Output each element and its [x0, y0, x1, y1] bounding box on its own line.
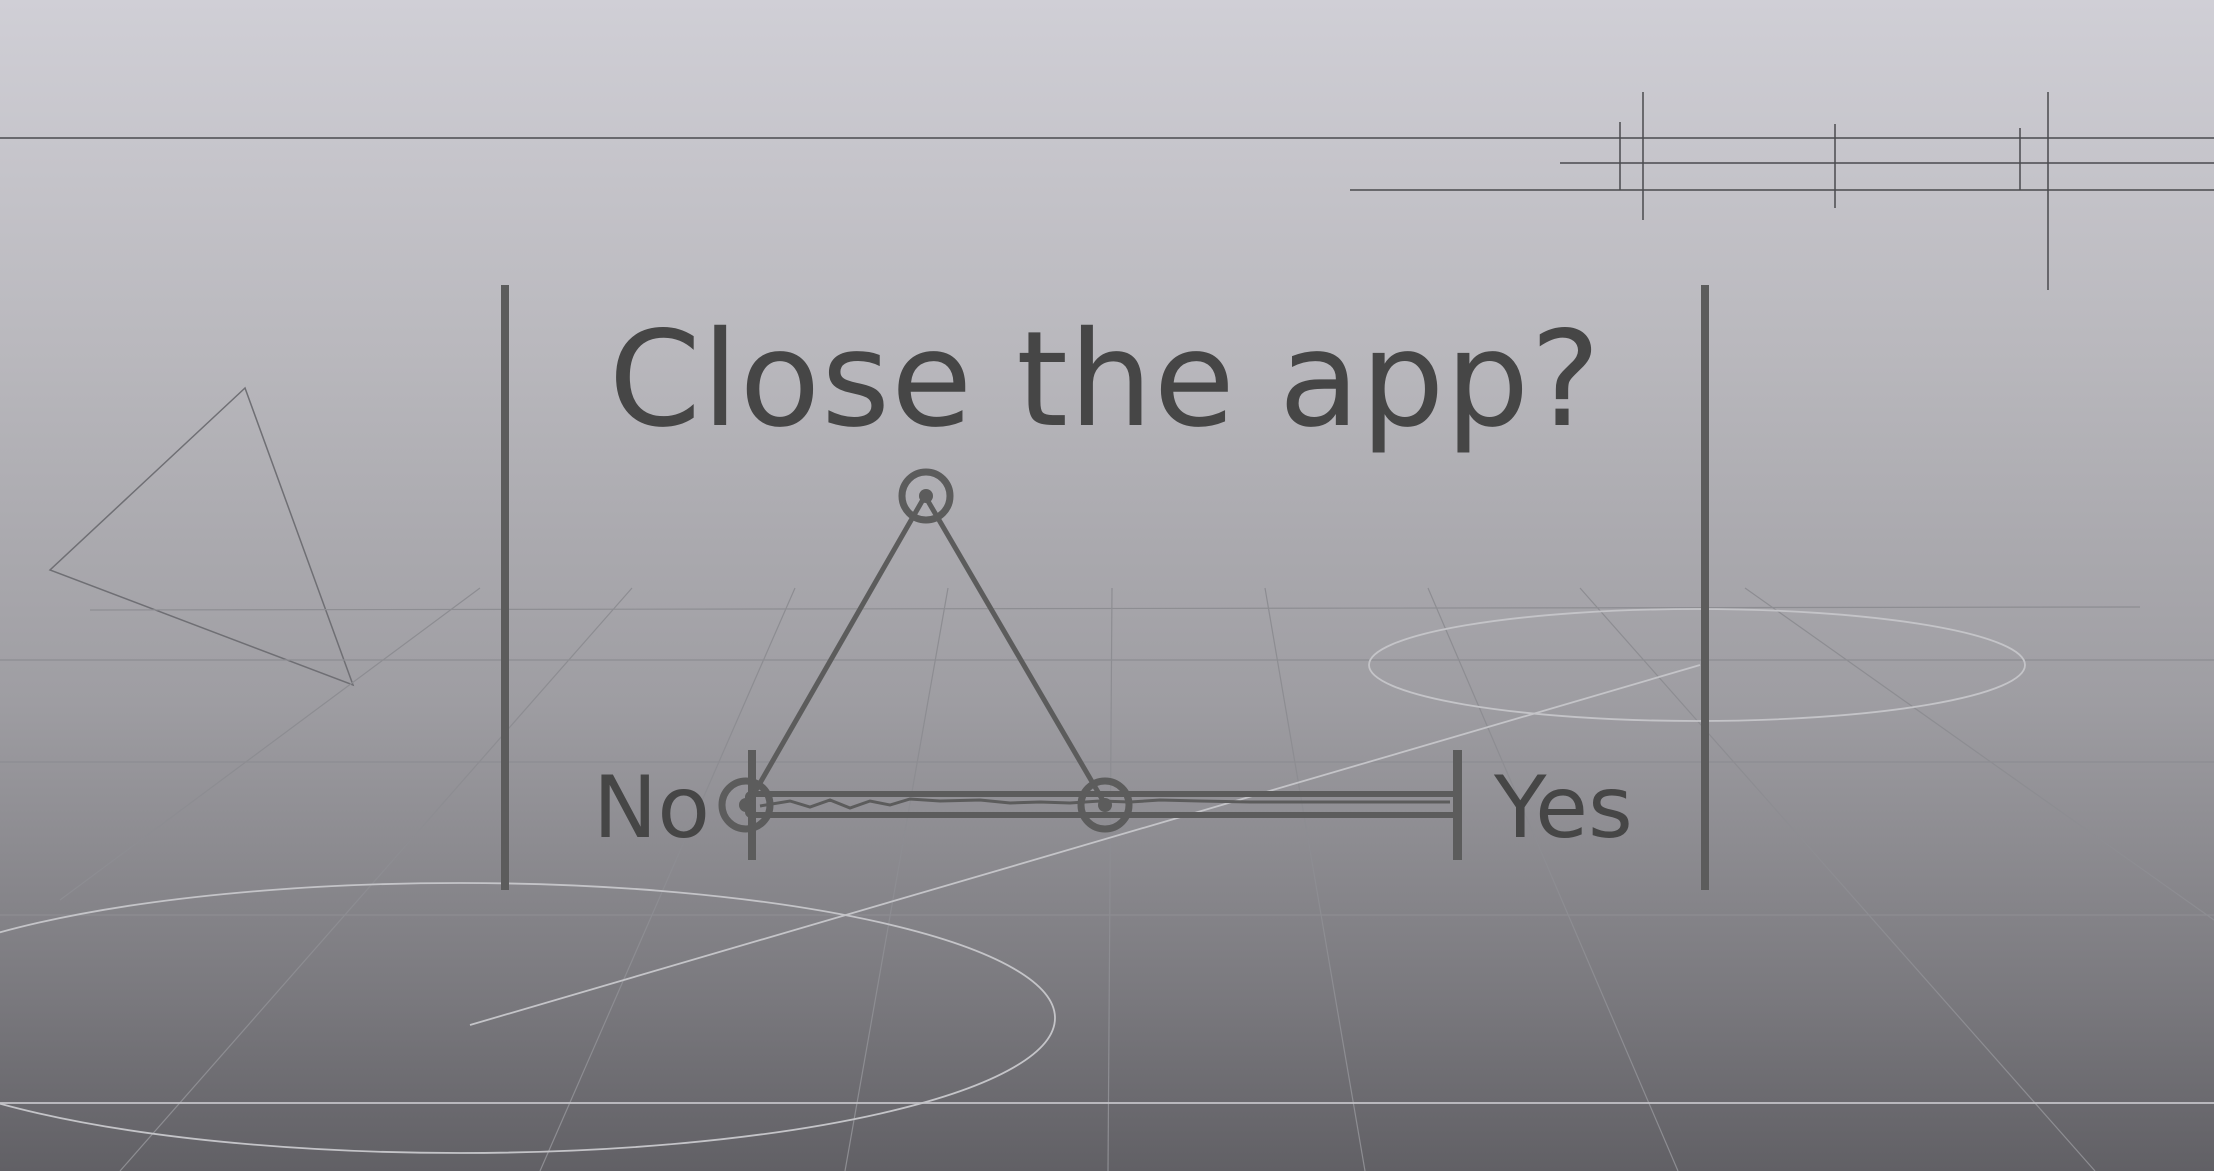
apex-pivot-icon [898, 468, 954, 524]
game-scene: Close the app? No Yes [0, 0, 2214, 1171]
tripod-frame [745, 494, 1108, 806]
slider-handle[interactable] [1077, 777, 1133, 833]
slider-max-tick [1453, 750, 1462, 860]
confirm-slider-widget [718, 468, 1462, 860]
